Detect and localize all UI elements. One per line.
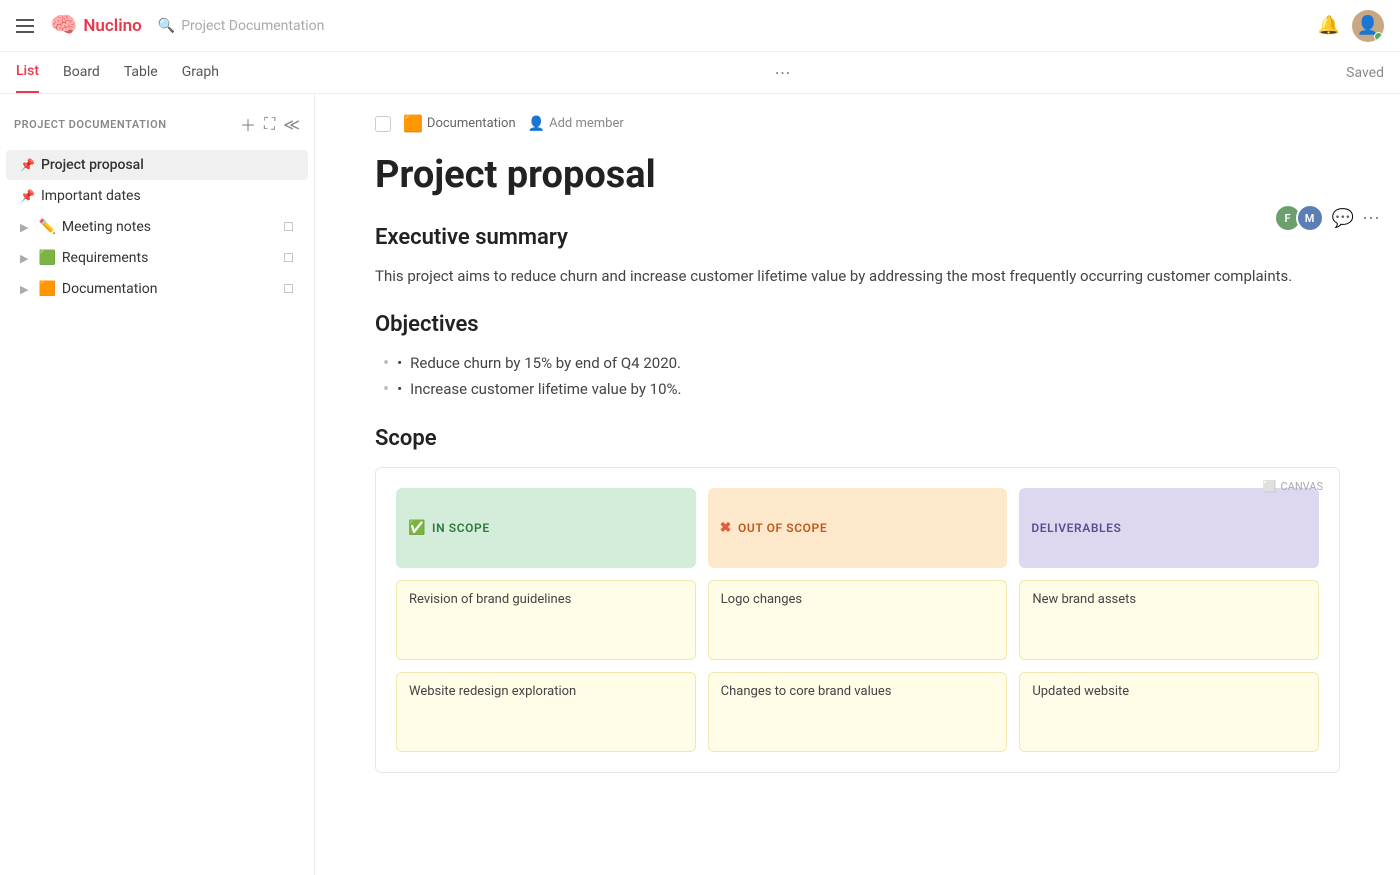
sidebar-item-label: Documentation (62, 281, 277, 297)
search-text: Project Documentation (181, 18, 324, 34)
add-member-label: Add member (549, 116, 624, 131)
card-out-scope-2[interactable]: Changes to core brand values (708, 672, 1008, 752)
sidebar-item-label: Meeting notes (62, 219, 277, 235)
expand-arrow-icon: ▶ (20, 221, 28, 234)
canvas-icon: ⬜ (1263, 480, 1277, 493)
check-icon: ✅ (408, 520, 426, 536)
sidebar-item-important-dates[interactable]: 📌 Important dates (6, 181, 308, 211)
search-icon: 🔍 (158, 18, 175, 34)
objectives-list: • Reduce churn by 15% by end of Q4 2020.… (375, 351, 1340, 402)
item-menu-icon[interactable]: ☐ (283, 251, 294, 265)
pin-icon: 📌 (20, 158, 35, 172)
add-member-icon: 👤 (528, 116, 545, 132)
scope-heading: Scope (375, 426, 1340, 451)
canvas-board: ⬜ CANVAS ✅ IN SCOPE ✖ OUT OF SCOPE DELIV… (375, 467, 1340, 773)
sidebar-item-label: Important dates (41, 188, 294, 204)
user-avatar[interactable]: 👤 (1352, 10, 1384, 42)
sidebar-item-meeting-notes[interactable]: ▶ ✏️ Meeting notes ☐ (6, 212, 308, 242)
sidebar-item-label: Requirements (62, 250, 277, 266)
documentation-icon: 🟧 (38, 281, 55, 297)
collapse-button[interactable]: ≪ (283, 115, 300, 134)
bullet-icon: • (397, 377, 402, 403)
card-in-scope-2[interactable]: Website redesign exploration (396, 672, 696, 752)
canvas-label: ⬜ CANVAS (1263, 480, 1323, 493)
sidebar-item-project-proposal[interactable]: 📌 Project proposal (6, 150, 308, 180)
objectives-heading: Objectives (375, 312, 1340, 337)
doc-checkbox[interactable] (375, 116, 391, 132)
document-title: Project proposal (375, 153, 1340, 197)
folder-name: Documentation (427, 116, 516, 131)
x-icon: ✖ (720, 520, 732, 536)
more-options-icon[interactable]: ⋯ (1362, 208, 1380, 229)
hamburger-menu[interactable] (16, 19, 34, 33)
saved-status: Saved (1346, 65, 1384, 81)
content-actions: F M 💬 ⋯ (1274, 204, 1380, 232)
meeting-notes-icon: ✏️ (38, 219, 55, 235)
doc-meta: 🟧 Documentation 👤 Add member (375, 114, 1340, 133)
card-in-scope-1[interactable]: Revision of brand guidelines (396, 580, 696, 660)
objective-item-1: • Reduce churn by 15% by end of Q4 2020. (383, 351, 1340, 377)
card-deliverables-2[interactable]: Updated website (1019, 672, 1319, 752)
doc-folder[interactable]: 🟧 Documentation (403, 114, 516, 133)
canvas-grid: ✅ IN SCOPE ✖ OUT OF SCOPE DELIVERABLES R… (396, 488, 1319, 752)
sidebar-item-label: Project proposal (41, 157, 294, 173)
bell-icon[interactable]: 🔔 (1318, 15, 1340, 36)
add-member-button[interactable]: 👤 Add member (528, 116, 624, 132)
expand-button[interactable]: ⛶ (264, 114, 275, 134)
content-area: F M 💬 ⋯ 🟧 Documentation 👤 Add member Pro… (315, 94, 1400, 875)
online-indicator (1374, 32, 1383, 41)
expand-arrow-icon: ▶ (20, 252, 28, 265)
nav-right: 🔔 👤 (1318, 10, 1384, 42)
requirements-icon: 🟩 (38, 250, 55, 266)
comment-icon[interactable]: 💬 (1332, 208, 1354, 229)
folder-icon: 🟧 (403, 114, 423, 133)
item-menu-icon[interactable]: ☐ (283, 220, 294, 234)
col-header-in-scope: ✅ IN SCOPE (396, 488, 696, 568)
card-out-scope-1[interactable]: Logo changes (708, 580, 1008, 660)
col-header-deliverables: DELIVERABLES (1019, 488, 1319, 568)
item-menu-icon[interactable]: ☐ (283, 282, 294, 296)
sidebar-title: PROJECT DOCUMENTATION (14, 118, 167, 131)
executive-summary-heading: Executive summary (375, 225, 1340, 250)
tab-board[interactable]: Board (63, 52, 100, 93)
pin-icon: 📌 (20, 189, 35, 203)
tab-bar: List Board Table Graph ⋯ Saved (0, 52, 1400, 94)
tab-more-icon[interactable]: ⋯ (775, 63, 791, 82)
expand-arrow-icon: ▶ (20, 283, 28, 296)
tab-graph[interactable]: Graph (182, 52, 219, 93)
tab-list[interactable]: List (16, 52, 39, 93)
sidebar-header: PROJECT DOCUMENTATION ＋ ⛶ ≪ (0, 106, 314, 142)
add-item-button[interactable]: ＋ (240, 112, 256, 136)
logo: 🧠 Nuclino (50, 13, 142, 38)
sidebar-item-documentation[interactable]: ▶ 🟧 Documentation ☐ (6, 274, 308, 304)
avatar-stack: F M (1274, 204, 1324, 232)
logo-icon: 🧠 (50, 13, 77, 38)
sidebar: PROJECT DOCUMENTATION ＋ ⛶ ≪ 📌 Project pr… (0, 94, 315, 875)
bullet-icon: • (397, 351, 402, 377)
executive-summary-text: This project aims to reduce churn and in… (375, 264, 1340, 288)
sidebar-actions: ＋ ⛶ ≪ (240, 112, 300, 136)
main-area: PROJECT DOCUMENTATION ＋ ⛶ ≪ 📌 Project pr… (0, 94, 1400, 875)
sidebar-item-requirements[interactable]: ▶ 🟩 Requirements ☐ (6, 243, 308, 273)
top-nav: 🧠 Nuclino 🔍 Project Documentation 🔔 👤 (0, 0, 1400, 52)
logo-text: Nuclino (83, 16, 141, 36)
objective-item-2: • Increase customer lifetime value by 10… (383, 377, 1340, 403)
card-deliverables-1[interactable]: New brand assets (1019, 580, 1319, 660)
collaborator-avatar-2: M (1296, 204, 1324, 232)
col-header-out-scope: ✖ OUT OF SCOPE (708, 488, 1008, 568)
search-bar[interactable]: 🔍 Project Documentation (158, 18, 1302, 34)
tab-table[interactable]: Table (124, 52, 158, 93)
